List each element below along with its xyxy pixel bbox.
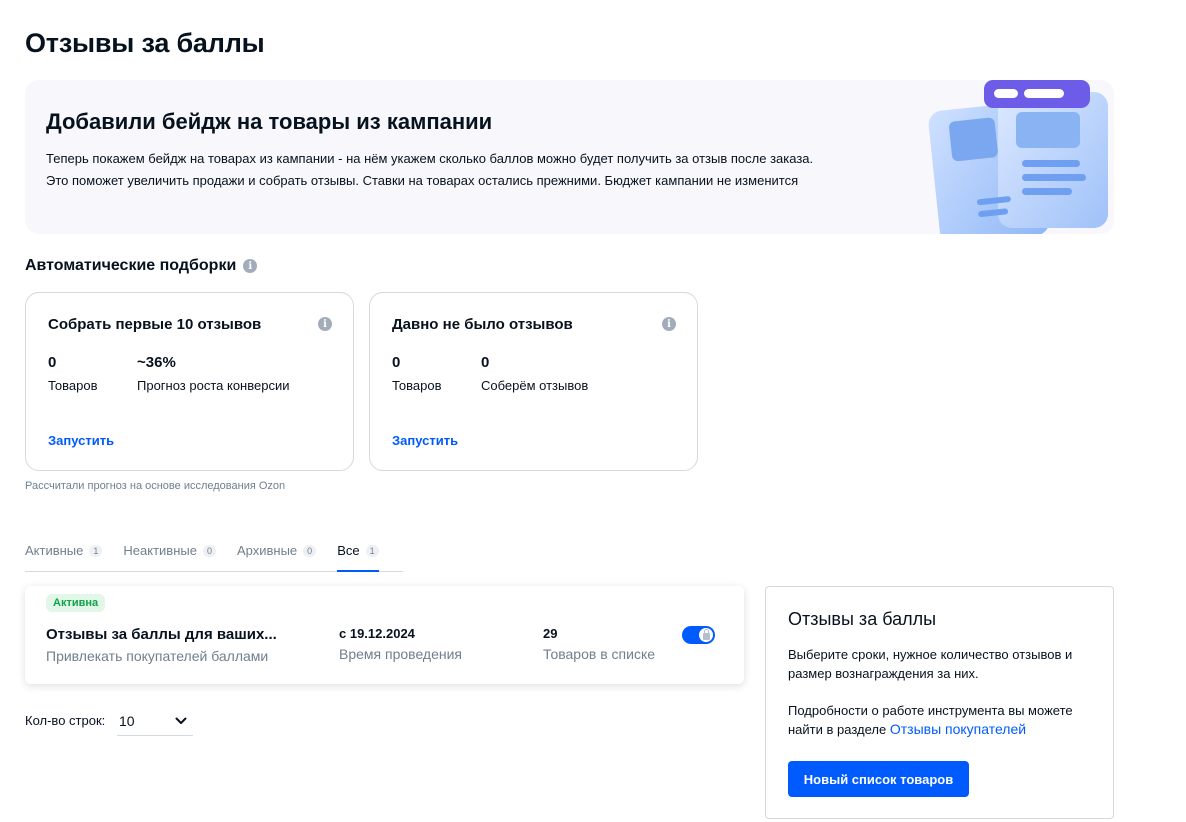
rows-per-page-label: Кол-во строк: (25, 713, 106, 728)
campaign-date-label: Время проведения (339, 646, 463, 662)
tab-count: 1 (365, 545, 379, 557)
campaign-description: Привлекать покупателей баллами (46, 648, 269, 664)
new-product-list-button[interactable]: Новый список товаров (788, 761, 969, 797)
tab-label: Неактивные (123, 543, 197, 558)
campaign-count-cell: 29 Товаров в списке (543, 626, 655, 662)
info-icon[interactable]: i (318, 317, 332, 331)
side-text: Выберите сроки, нужное количество отзыво… (788, 647, 1073, 681)
info-icon[interactable]: i (243, 259, 258, 273)
tab-active[interactable]: Активные 1 (25, 540, 103, 572)
campaign-name[interactable]: Отзывы за баллы для ваших... (46, 626, 277, 643)
page-title: Отзывы за баллы (25, 28, 265, 58)
status-tabs: Активные 1 Неактивные 0 Архивные 0 Все 1 (25, 540, 403, 572)
tab-label: Все (337, 543, 360, 558)
campaign-products-label: Товаров в списке (543, 646, 656, 662)
stat-conversion: ~36% Прогноз роста конверсии (137, 354, 289, 393)
card-title: Собрать первые 10 отзывов (48, 316, 262, 333)
campaign-products-count: 29 (543, 626, 558, 641)
tab-inactive[interactable]: Неактивные 0 (123, 540, 216, 572)
status-badge: Активна (46, 594, 106, 612)
tab-count: 0 (303, 545, 317, 557)
tab-label: Архивные (236, 543, 298, 558)
campaign-toggle[interactable] (682, 626, 715, 644)
side-title: Отзывы за баллы (788, 609, 937, 629)
launch-button[interactable]: Запустить (48, 433, 114, 448)
tab-all[interactable]: Все 1 (337, 540, 379, 572)
stat-label: Прогноз роста конверсии (137, 378, 290, 393)
campaign-row[interactable]: Активна Отзывы за баллы для ваших... При… (25, 586, 744, 684)
banner-title: Добавили бейдж на товары из кампании (46, 109, 493, 134)
stat-reviews: 0 Соберём отзывов (481, 354, 588, 393)
documents-illustration-icon (928, 80, 1108, 234)
rows-per-page-value: 10 (119, 712, 135, 729)
banner-text: Теперь покажем бейдж на товарах из кампа… (46, 151, 814, 188)
tab-count: 1 (89, 545, 103, 557)
auto-card-first-reviews: Собрать первые 10 отзывов i 0 Товаров ~3… (25, 292, 354, 471)
stat-label: Соберём отзывов (481, 378, 589, 393)
campaign-date: с 19.12.2024 (339, 626, 415, 641)
campaign-date-cell: с 19.12.2024 Время проведения (339, 626, 462, 662)
auto-selections-title: Автоматические подборки i (25, 257, 258, 275)
stat-products: 0 Товаров (392, 354, 442, 393)
tab-label: Активные (25, 543, 84, 558)
info-icon[interactable]: i (662, 317, 676, 331)
campaign-name-cell: Отзывы за баллы для ваших... Привлекать … (46, 626, 277, 664)
stat-value: 0 (392, 354, 401, 371)
rows-per-page-select[interactable]: 10 (117, 706, 193, 736)
toggle-knob (699, 628, 713, 642)
card-title: Давно не было отзывов (392, 316, 573, 333)
auto-card-no-recent-reviews: Давно не было отзывов i 0 Товаров 0 Собе… (369, 292, 698, 471)
lock-icon (702, 628, 710, 640)
stat-label: Товаров (48, 378, 98, 393)
stat-products: 0 Товаров (48, 354, 98, 393)
stat-label: Товаров (392, 378, 442, 393)
forecast-footnote: Рассчитали прогноз на основе исследовани… (25, 480, 286, 492)
tab-archived[interactable]: Архивные 0 (236, 540, 317, 572)
tab-count: 0 (202, 545, 216, 557)
customer-reviews-link[interactable]: Отзывы покупателей (890, 721, 1026, 737)
stat-value: 0 (48, 354, 57, 371)
chevron-down-icon (175, 717, 187, 724)
side-details: Подробности о работе инструмента вы може… (788, 701, 1098, 739)
stat-value: 0 (481, 354, 490, 371)
stat-value: ~36% (137, 354, 176, 371)
side-info-panel: Отзывы за баллы Выберите сроки, нужное к… (765, 586, 1114, 819)
launch-button[interactable]: Запустить (392, 433, 458, 448)
info-banner: Добавили бейдж на товары из кампании Теп… (25, 80, 1114, 234)
auto-selections-label: Автоматические подборки (25, 257, 237, 274)
